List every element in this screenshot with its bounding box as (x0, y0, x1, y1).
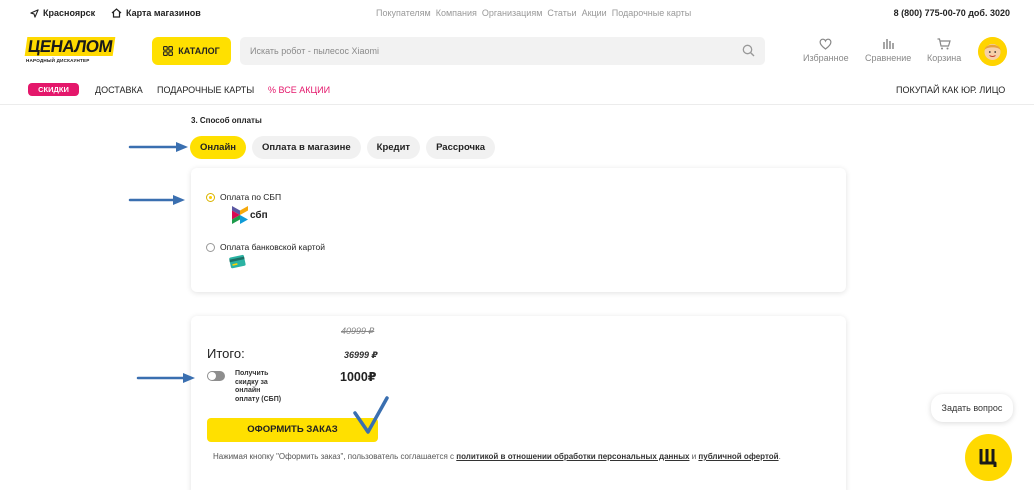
old-price: 40999 ₽ (341, 326, 375, 336)
compare-button[interactable]: Сравнение (865, 38, 911, 63)
avatar-face-icon (978, 37, 1007, 66)
sbp-logo: сбп (232, 206, 268, 224)
option-bank-card[interactable]: Оплата банковской картой (206, 242, 325, 252)
tab-credit[interactable]: Кредит (366, 136, 421, 159)
option-sbp[interactable]: Оплата по СБП (206, 192, 281, 202)
compare-bars-icon (882, 39, 894, 49)
city-selector[interactable]: Красноярск (30, 8, 95, 18)
top-link-gift-cards[interactable]: Подарочные карты (612, 8, 692, 18)
catalog-button[interactable]: КАТАЛОГ (152, 37, 231, 65)
terms-notice-text: Нажимая кнопку "Оформить заказ", пользов… (213, 452, 455, 461)
discount-price: 1000₽ (340, 370, 377, 384)
top-link-organizations[interactable]: Организациям (482, 8, 542, 18)
nav-sale-badge[interactable]: СКИДКИ (28, 83, 79, 96)
payment-tabs: Онлайн Оплата в магазине Кредит Рассрочк… (190, 136, 496, 159)
house-icon (111, 8, 122, 18)
search-icon[interactable] (742, 44, 755, 57)
terms-notice-and: и (691, 452, 697, 461)
logo[interactable]: ЦЕНАЛОМ НАРОДНЫЙ ДИСКАУНТЕР (24, 37, 116, 64)
main-nav: СКИДКИ ДОСТАВКА ПОДАРОЧНЫЕ КАРТЫ % ВСЕ А… (0, 80, 1034, 100)
top-links: Покупателям Компания Организациям Статьи… (376, 8, 691, 18)
option-bank-card-label: Оплата банковской картой (220, 242, 326, 252)
store-map-link[interactable]: Карта магазинов (111, 8, 201, 18)
option-sbp-label: Оплата по СБП (220, 192, 282, 202)
terms-notice-end: . (778, 452, 781, 461)
tab-installment[interactable]: Рассрочка (426, 136, 496, 159)
header-divider (0, 104, 1034, 105)
privacy-policy-link[interactable]: политикой в отношении обработки персонал… (456, 452, 689, 461)
compare-label: Сравнение (865, 53, 912, 63)
store-map-label: Карта магазинов (126, 8, 201, 18)
tab-pay-in-store[interactable]: Оплата в магазине (252, 136, 361, 159)
arrow-icon-tabs (128, 142, 188, 152)
heart-icon (819, 38, 832, 50)
nav-gift-cards[interactable]: ПОДАРОЧНЫЕ КАРТЫ (157, 85, 254, 95)
favorites-button[interactable]: Избранное (803, 38, 849, 63)
cart-button[interactable]: Корзина (927, 38, 961, 63)
top-link-promos[interactable]: Акции (582, 8, 607, 18)
sbp-logo-icon (232, 206, 248, 224)
cart-label: Корзина (927, 53, 962, 63)
nav-all-promos[interactable]: % ВСЕ АКЦИИ (268, 85, 330, 95)
catalog-label: КАТАЛОГ (178, 46, 220, 56)
location-arrow-icon (30, 8, 39, 18)
phone-number[interactable]: 8 (800) 775-00-70 доб. 3020 (894, 8, 1010, 18)
nav-delivery[interactable]: ДОСТАВКА (95, 85, 143, 95)
top-link-articles[interactable]: Статьи (547, 8, 576, 18)
arrow-icon-toggle (136, 373, 195, 383)
bank-card-icon (229, 254, 246, 269)
favorites-label: Избранное (803, 53, 849, 63)
avatar[interactable] (978, 37, 1007, 66)
tab-online[interactable]: Онлайн (190, 136, 247, 159)
cart-icon (937, 38, 951, 50)
online-discount-toggle[interactable] (207, 371, 225, 381)
grid-icon (163, 46, 174, 56)
top-bar: Красноярск Карта магазинов Покупателям К… (0, 0, 1034, 26)
online-discount-toggle-label: Получить скидку за онлайн оплату (СБП) (235, 370, 282, 403)
arrow-icon-sbp (128, 195, 185, 205)
chat-logo-icon (979, 448, 996, 467)
submit-order-button[interactable]: ОФОРМИТЬ ЗАКАЗ (207, 418, 378, 442)
total-label: Итого: (207, 346, 245, 361)
sbp-radio[interactable] (206, 192, 215, 202)
city-label: Красноярск (43, 8, 96, 18)
current-price: 36999 ₽ (344, 350, 378, 360)
top-link-customers[interactable]: Покупателям (376, 8, 431, 18)
top-link-company[interactable]: Компания (436, 8, 477, 18)
bank-card-radio[interactable] (206, 242, 215, 252)
order-total-card: 40999 ₽ Итого: 36999 ₽ Получить скидку з… (191, 316, 846, 490)
payment-section-title: 3. Способ оплаты (191, 116, 262, 125)
search-input[interactable] (240, 37, 720, 65)
chat-button[interactable] (965, 434, 1012, 481)
search-bar (240, 37, 765, 65)
payment-options-card: Оплата по СБП сбп Оплата банковской карт… (191, 168, 846, 292)
ask-question-bubble[interactable]: Задать вопрос (931, 394, 1013, 422)
sbp-logo-text: сбп (250, 209, 268, 221)
logo-subtitle: НАРОДНЫЙ ДИСКАУНТЕР (26, 58, 90, 63)
nav-legal-entity[interactable]: ПОКУПАЙ КАК ЮР. ЛИЦО (896, 85, 1005, 95)
public-offer-link[interactable]: публичной офертой (698, 452, 778, 461)
terms-notice: Нажимая кнопку "Оформить заказ", пользов… (213, 451, 825, 462)
logo-text: ЦЕНАЛОМ (24, 37, 116, 56)
